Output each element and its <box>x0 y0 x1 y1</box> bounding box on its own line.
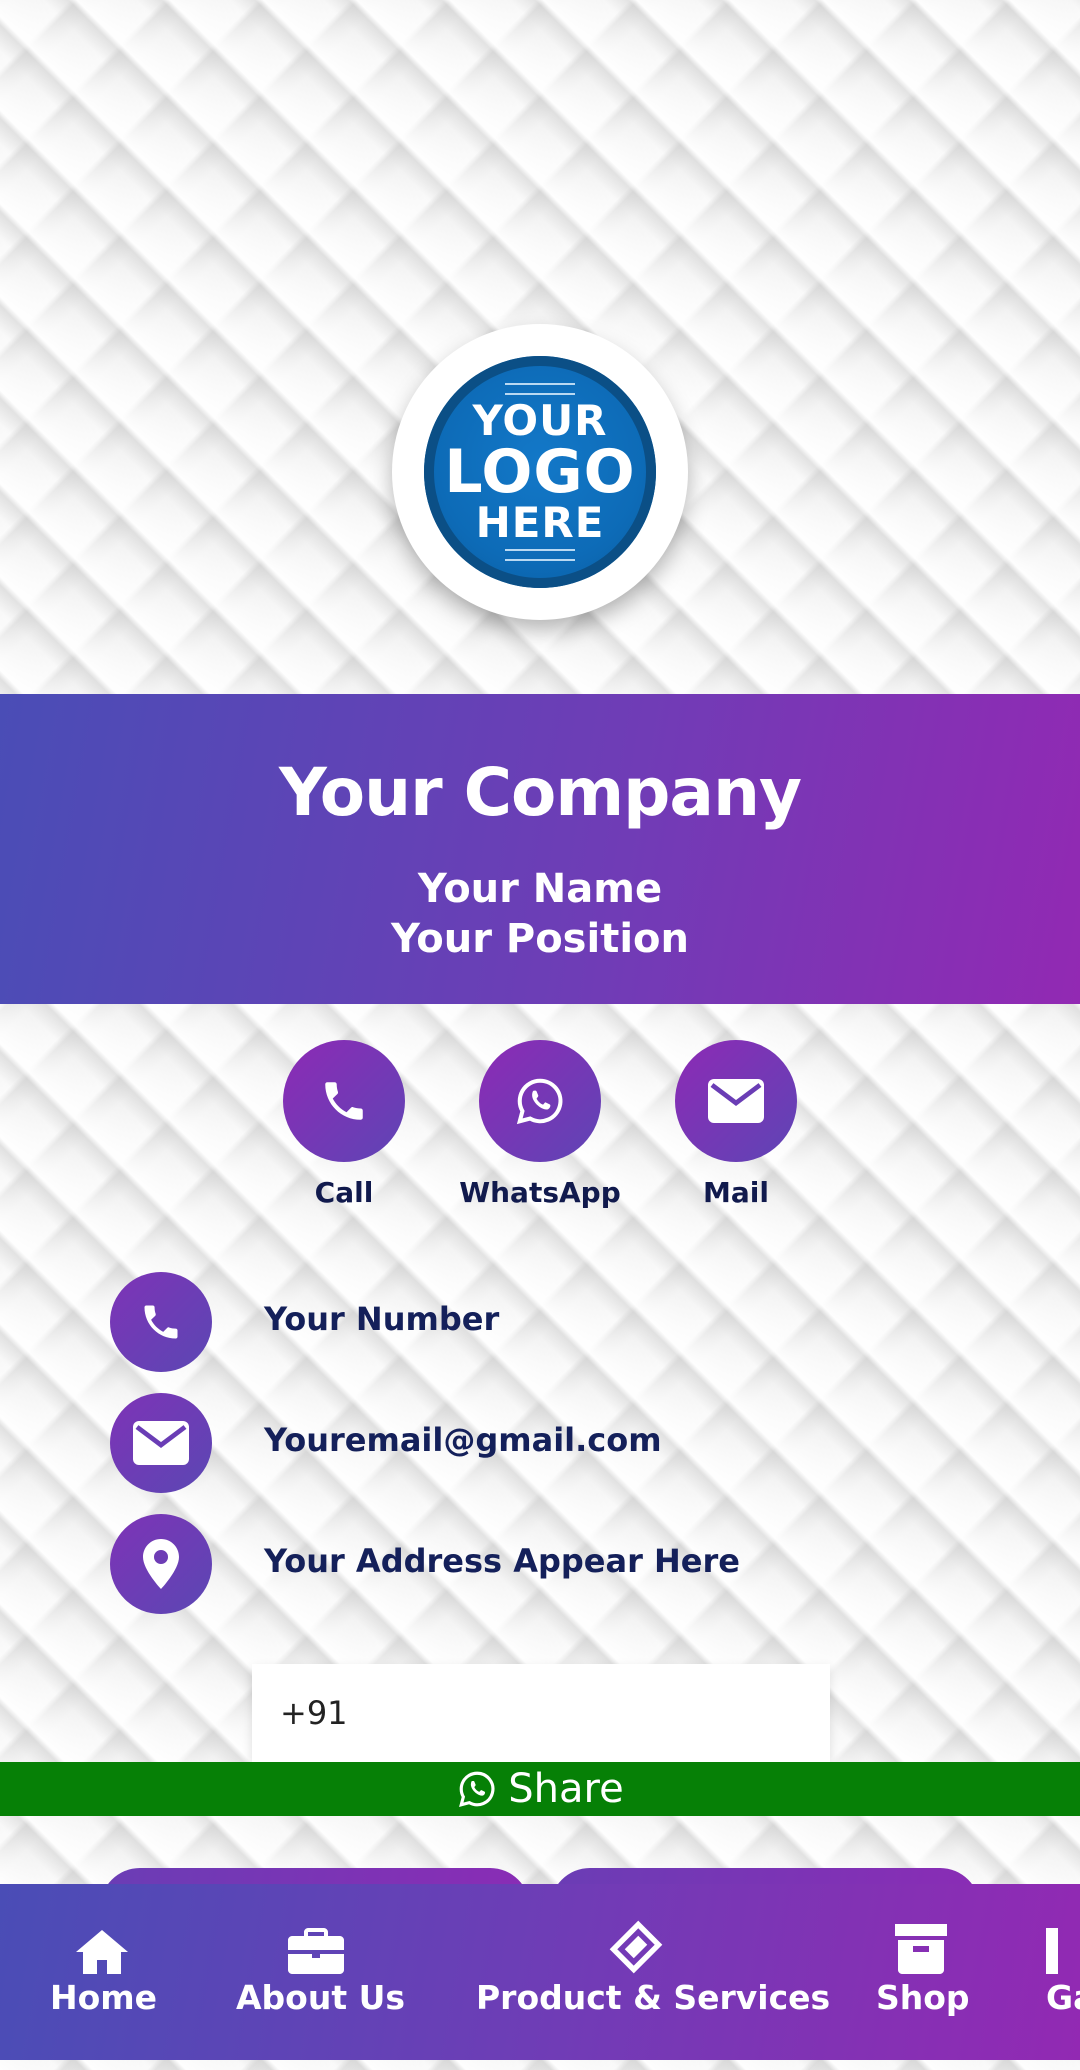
home-icon <box>76 1930 128 1974</box>
contact-address-row[interactable]: Your Address Appear Here <box>110 1514 1010 1614</box>
nav-home[interactable]: Home <box>50 1924 158 2017</box>
company-name: Your Company <box>279 754 802 831</box>
map-pin-icon <box>143 1539 179 1589</box>
logo-badge: YOUR LOGO HERE <box>424 356 656 588</box>
call-button[interactable] <box>283 1040 405 1162</box>
logo-decor-lines <box>505 549 575 561</box>
call-action[interactable]: Call <box>259 1040 429 1209</box>
nav-shop-label: Shop <box>876 1978 970 2017</box>
person-position: Your Position <box>390 916 689 962</box>
person-block: Your Name Your Position <box>0 864 1080 964</box>
contact-number-row[interactable]: Your Number <box>110 1272 1010 1372</box>
nav-gallery-label: Ga <box>1046 1978 1080 2017</box>
briefcase-icon <box>288 1928 344 1974</box>
whatsapp-action[interactable]: WhatsApp <box>455 1040 625 1209</box>
mail-action[interactable]: Mail <box>651 1040 821 1209</box>
mail-button[interactable] <box>675 1040 797 1162</box>
logo-decor-lines <box>505 383 575 395</box>
mail-label: Mail <box>703 1176 769 1209</box>
logo-text-line3: HERE <box>475 498 605 547</box>
nav-about-us[interactable]: About Us <box>236 1924 405 2017</box>
bottom-nav: Home About Us Product & Services Shop Ga <box>0 1884 1080 2060</box>
whatsapp-label: WhatsApp <box>459 1176 621 1209</box>
contact-address-text: Your Address Appear Here <box>264 1542 740 1580</box>
nav-home-label: Home <box>50 1978 158 2017</box>
company-logo: YOUR LOGO HERE <box>392 324 688 620</box>
tag-icon <box>609 1920 663 1974</box>
nav-gallery-partial[interactable]: Ga <box>1046 1924 1080 2017</box>
profile-banner: Your Company Your Name Your Position <box>0 694 1080 1004</box>
whatsapp-icon <box>459 1771 495 1807</box>
share-label: Share <box>508 1766 624 1812</box>
contact-number-icon-wrap <box>110 1272 212 1372</box>
nav-about-us-label: About Us <box>236 1978 406 2017</box>
phone-icon <box>144 1305 178 1339</box>
nav-products-services-label: Product & Services <box>476 1978 831 2017</box>
logo-text-line2: LOGO <box>444 437 636 507</box>
nav-shop[interactable]: Shop <box>876 1924 970 2017</box>
mail-icon <box>133 1421 189 1465</box>
contact-number-text: Your Number <box>264 1300 500 1338</box>
contact-email-icon-wrap <box>110 1393 212 1493</box>
contact-email-text: Youremail@gmail.com <box>264 1421 662 1459</box>
mail-icon <box>708 1079 764 1123</box>
gallery-icon <box>1046 1928 1058 1974</box>
contact-email-row[interactable]: Youremail@gmail.com <box>110 1393 1010 1493</box>
share-button[interactable]: Share <box>0 1762 1080 1816</box>
archive-box-icon <box>895 1924 947 1974</box>
contact-address-icon-wrap <box>110 1514 212 1614</box>
share-phone-input[interactable] <box>252 1664 830 1762</box>
nav-products-services[interactable]: Product & Services <box>476 1920 830 2017</box>
whatsapp-icon <box>516 1078 563 1125</box>
whatsapp-button[interactable] <box>479 1040 601 1162</box>
call-label: Call <box>314 1176 374 1209</box>
person-name: Your Name <box>417 866 663 912</box>
phone-icon <box>325 1082 363 1120</box>
